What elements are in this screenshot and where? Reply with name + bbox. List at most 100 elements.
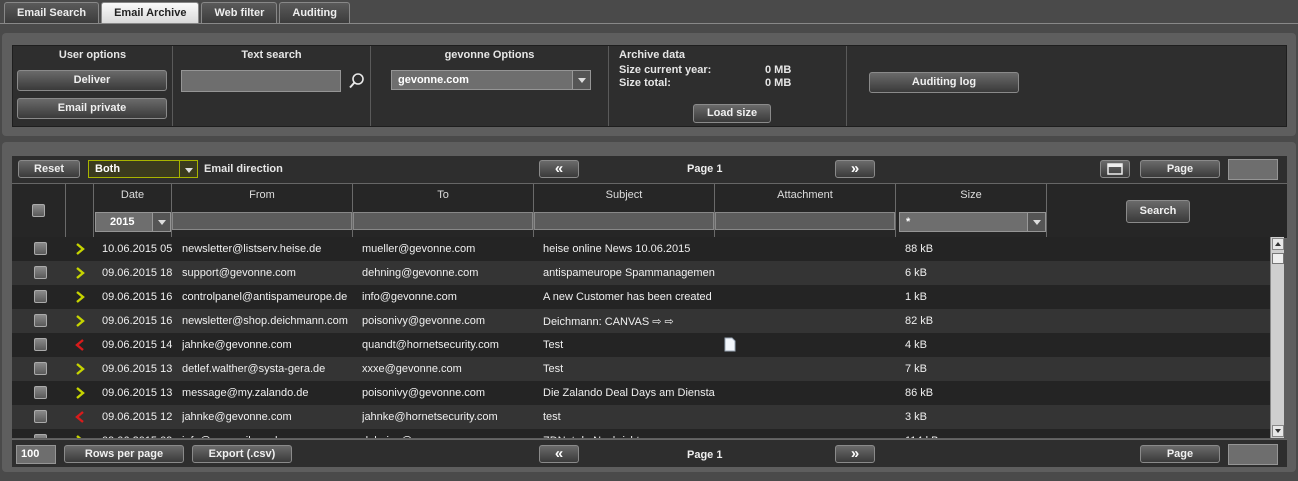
chevron-down-icon[interactable] (152, 213, 170, 231)
load-size-button[interactable]: Load size (693, 104, 771, 123)
footer-prev-page-button[interactable]: « (539, 445, 579, 463)
tab-email-search[interactable]: Email Search (4, 2, 100, 23)
size-total-value: 0 MB (765, 77, 792, 89)
vertical-scrollbar[interactable] (1270, 237, 1284, 438)
auditing-log-button[interactable]: Auditing log (869, 72, 1019, 93)
reset-button[interactable]: Reset (18, 160, 80, 178)
cell-size: 6 kB (905, 267, 928, 279)
subject-filter-input[interactable] (534, 212, 714, 230)
tab-web-filter[interactable]: Web filter (201, 2, 278, 23)
footer-next-page-button[interactable]: » (835, 445, 875, 463)
year-filter-select[interactable]: 2015 (95, 212, 171, 232)
page-button[interactable]: Page (1140, 160, 1220, 178)
cell-from: jahnke@gevonne.com (182, 339, 292, 351)
cell-date: 09.06.2015 14 (102, 339, 173, 351)
text-search-section: Text search (173, 46, 371, 126)
date-column-header[interactable]: Date (94, 189, 171, 201)
to-filter-input[interactable] (353, 212, 533, 230)
cell-date: 09.06.2015 18 (102, 267, 173, 279)
cell-date: 09.06.2015 12 (102, 411, 173, 423)
attachment-document-icon[interactable] (724, 337, 736, 352)
row-checkbox[interactable] (34, 338, 47, 351)
size-column-header[interactable]: Size (896, 189, 1046, 201)
rows-per-page-button[interactable]: Rows per page (64, 445, 184, 463)
header-attachment-col: Attachment (715, 184, 896, 238)
chevron-down-icon[interactable] (179, 161, 197, 177)
row-checkbox[interactable] (34, 314, 47, 327)
table-row[interactable]: 09.06.2015 09 info@news.gilson.de dehning@… (12, 429, 1270, 438)
table-row[interactable]: 09.06.2015 16 newsletter@shop.deichmann.c… (12, 309, 1270, 333)
from-column-header[interactable]: From (172, 189, 352, 201)
triangle-down-icon (1275, 429, 1281, 433)
email-list: 10.06.2015 05 newsletter@listserv.heise.d… (12, 237, 1270, 438)
chevron-right-icon (76, 291, 85, 303)
row-checkbox[interactable] (34, 386, 47, 399)
direction-select[interactable]: Both (88, 160, 198, 178)
header-to-col: To (353, 184, 534, 238)
rows-per-page-input[interactable]: 100 (16, 445, 56, 464)
cell-subject: Test (543, 339, 564, 351)
attachment-column-header[interactable]: Attachment (715, 189, 895, 201)
header-size-col: Size * (896, 184, 1047, 238)
user-options-title: User options (58, 49, 127, 61)
window-toggle-button[interactable] (1100, 160, 1130, 178)
cell-to: poisonivy@gevonne.com (362, 387, 486, 399)
row-checkbox[interactable] (34, 362, 47, 375)
table-row[interactable]: 09.06.2015 12 jahnke@gevonne.com jahnke@ho… (12, 405, 1270, 429)
select-all-checkbox[interactable] (32, 204, 45, 217)
cell-size: 3 kB (905, 411, 928, 423)
page-number-input[interactable] (1228, 159, 1278, 180)
table-row[interactable]: 09.06.2015 13 message@my.zalando.de poison… (12, 381, 1270, 405)
size-total-label: Size total: (619, 77, 671, 89)
chevron-right-icon (76, 387, 85, 399)
search-icon[interactable] (348, 72, 366, 90)
size-filter-select[interactable]: * (899, 212, 1046, 232)
cell-subject: test (543, 411, 561, 423)
tab-email-archive[interactable]: Email Archive (101, 2, 200, 24)
prev-page-button[interactable]: « (539, 160, 579, 178)
cell-size: 4 kB (905, 339, 928, 351)
tab-bar: Email Search Email Archive Web filter Au… (4, 2, 352, 24)
footer-page-number-input[interactable] (1228, 444, 1278, 465)
row-checkbox[interactable] (34, 266, 47, 279)
cell-subject: Deichmann: CANVAS ⇨ ⇨ (543, 316, 674, 328)
footer-page-button[interactable]: Page (1140, 445, 1220, 463)
row-checkbox[interactable] (34, 290, 47, 303)
table-row[interactable]: 10.06.2015 05 newsletter@listserv.heise.d… (12, 237, 1270, 261)
scroll-up-arrow[interactable] (1272, 238, 1284, 250)
table-row[interactable]: 09.06.2015 14 jahnke@gevonne.com quandt@ho… (12, 333, 1270, 357)
cell-date: 10.06.2015 05 (102, 243, 173, 255)
scroll-thumb[interactable] (1272, 253, 1284, 264)
row-checkbox[interactable] (34, 410, 47, 423)
row-checkbox[interactable] (34, 242, 47, 255)
chevron-down-icon[interactable] (1027, 213, 1045, 231)
scroll-down-arrow[interactable] (1272, 425, 1284, 437)
domain-select[interactable]: gevonne.com (391, 70, 591, 90)
search-button[interactable]: Search (1126, 200, 1190, 223)
table-row[interactable]: 09.06.2015 18 support@gevonne.com dehning@… (12, 261, 1270, 285)
table-row[interactable]: 09.06.2015 16 controlpanel@antispameurope… (12, 285, 1270, 309)
subject-column-header[interactable]: Subject (534, 189, 714, 201)
attachment-filter-input[interactable] (715, 212, 895, 230)
tab-auditing[interactable]: Auditing (279, 2, 350, 23)
header-select-col (12, 184, 66, 238)
row-checkbox[interactable] (34, 434, 47, 438)
header-subject-col: Subject (534, 184, 715, 238)
deliver-button[interactable]: Deliver (17, 70, 167, 91)
cell-from: jahnke@gevonne.com (182, 411, 292, 423)
header-from-col: From (172, 184, 353, 238)
text-search-input[interactable] (181, 70, 341, 92)
cell-subject: antispameurope Spammanagement (543, 267, 715, 279)
email-private-button[interactable]: Email private (17, 98, 167, 119)
chevron-down-icon[interactable] (572, 71, 590, 89)
cell-date: 09.06.2015 09 (102, 435, 178, 438)
next-page-button[interactable]: » (835, 160, 875, 178)
to-column-header[interactable]: To (353, 189, 533, 201)
from-filter-input[interactable] (172, 212, 352, 230)
table-row[interactable]: 09.06.2015 13 detlef.walther@systa-gera.d… (12, 357, 1270, 381)
export-csv-button[interactable]: Export (.csv) (192, 445, 292, 463)
archive-grid-panel: Reset Both Email direction « Page 1 » Pa… (2, 142, 1296, 472)
domain-select-value: gevonne.com (398, 74, 469, 86)
chevron-left-icon (75, 411, 84, 423)
chevron-left-icon (75, 339, 84, 351)
